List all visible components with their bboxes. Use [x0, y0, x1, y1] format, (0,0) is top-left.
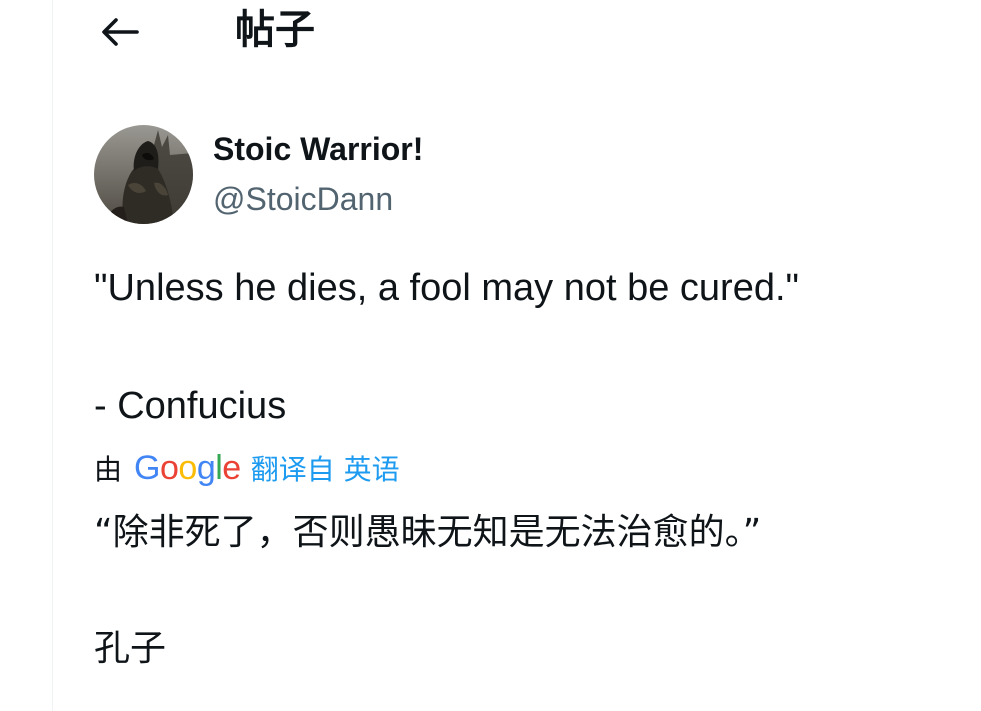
back-button[interactable] — [100, 14, 140, 50]
top-bar: 帖子 — [0, 0, 981, 62]
page-title: 帖子 — [235, 7, 315, 53]
translated-by-label: 由 — [94, 453, 123, 486]
author-handle[interactable]: @StoicDann — [213, 178, 393, 220]
translated-from-english-link[interactable]: 翻译自 英语 — [251, 448, 400, 488]
google-logo: Google — [134, 448, 241, 487]
author-display-name[interactable]: Stoic Warrior! — [213, 128, 423, 170]
arrow-left-icon — [102, 18, 139, 46]
avatar-image — [94, 125, 193, 224]
tweet-text-line: - Confucius — [94, 385, 287, 427]
tweet-text-line: "Unless he dies, a fool may not be cured… — [94, 267, 800, 309]
translated-text-line: “除非死了，否则愚昧无知是无法治愈的。” — [94, 512, 762, 553]
translated-text-line: 孔子 — [94, 628, 167, 669]
avatar[interactable] — [94, 125, 193, 224]
translation-attribution: 由 Google 翻译自 英语 — [94, 446, 400, 490]
column-divider — [52, 0, 53, 711]
